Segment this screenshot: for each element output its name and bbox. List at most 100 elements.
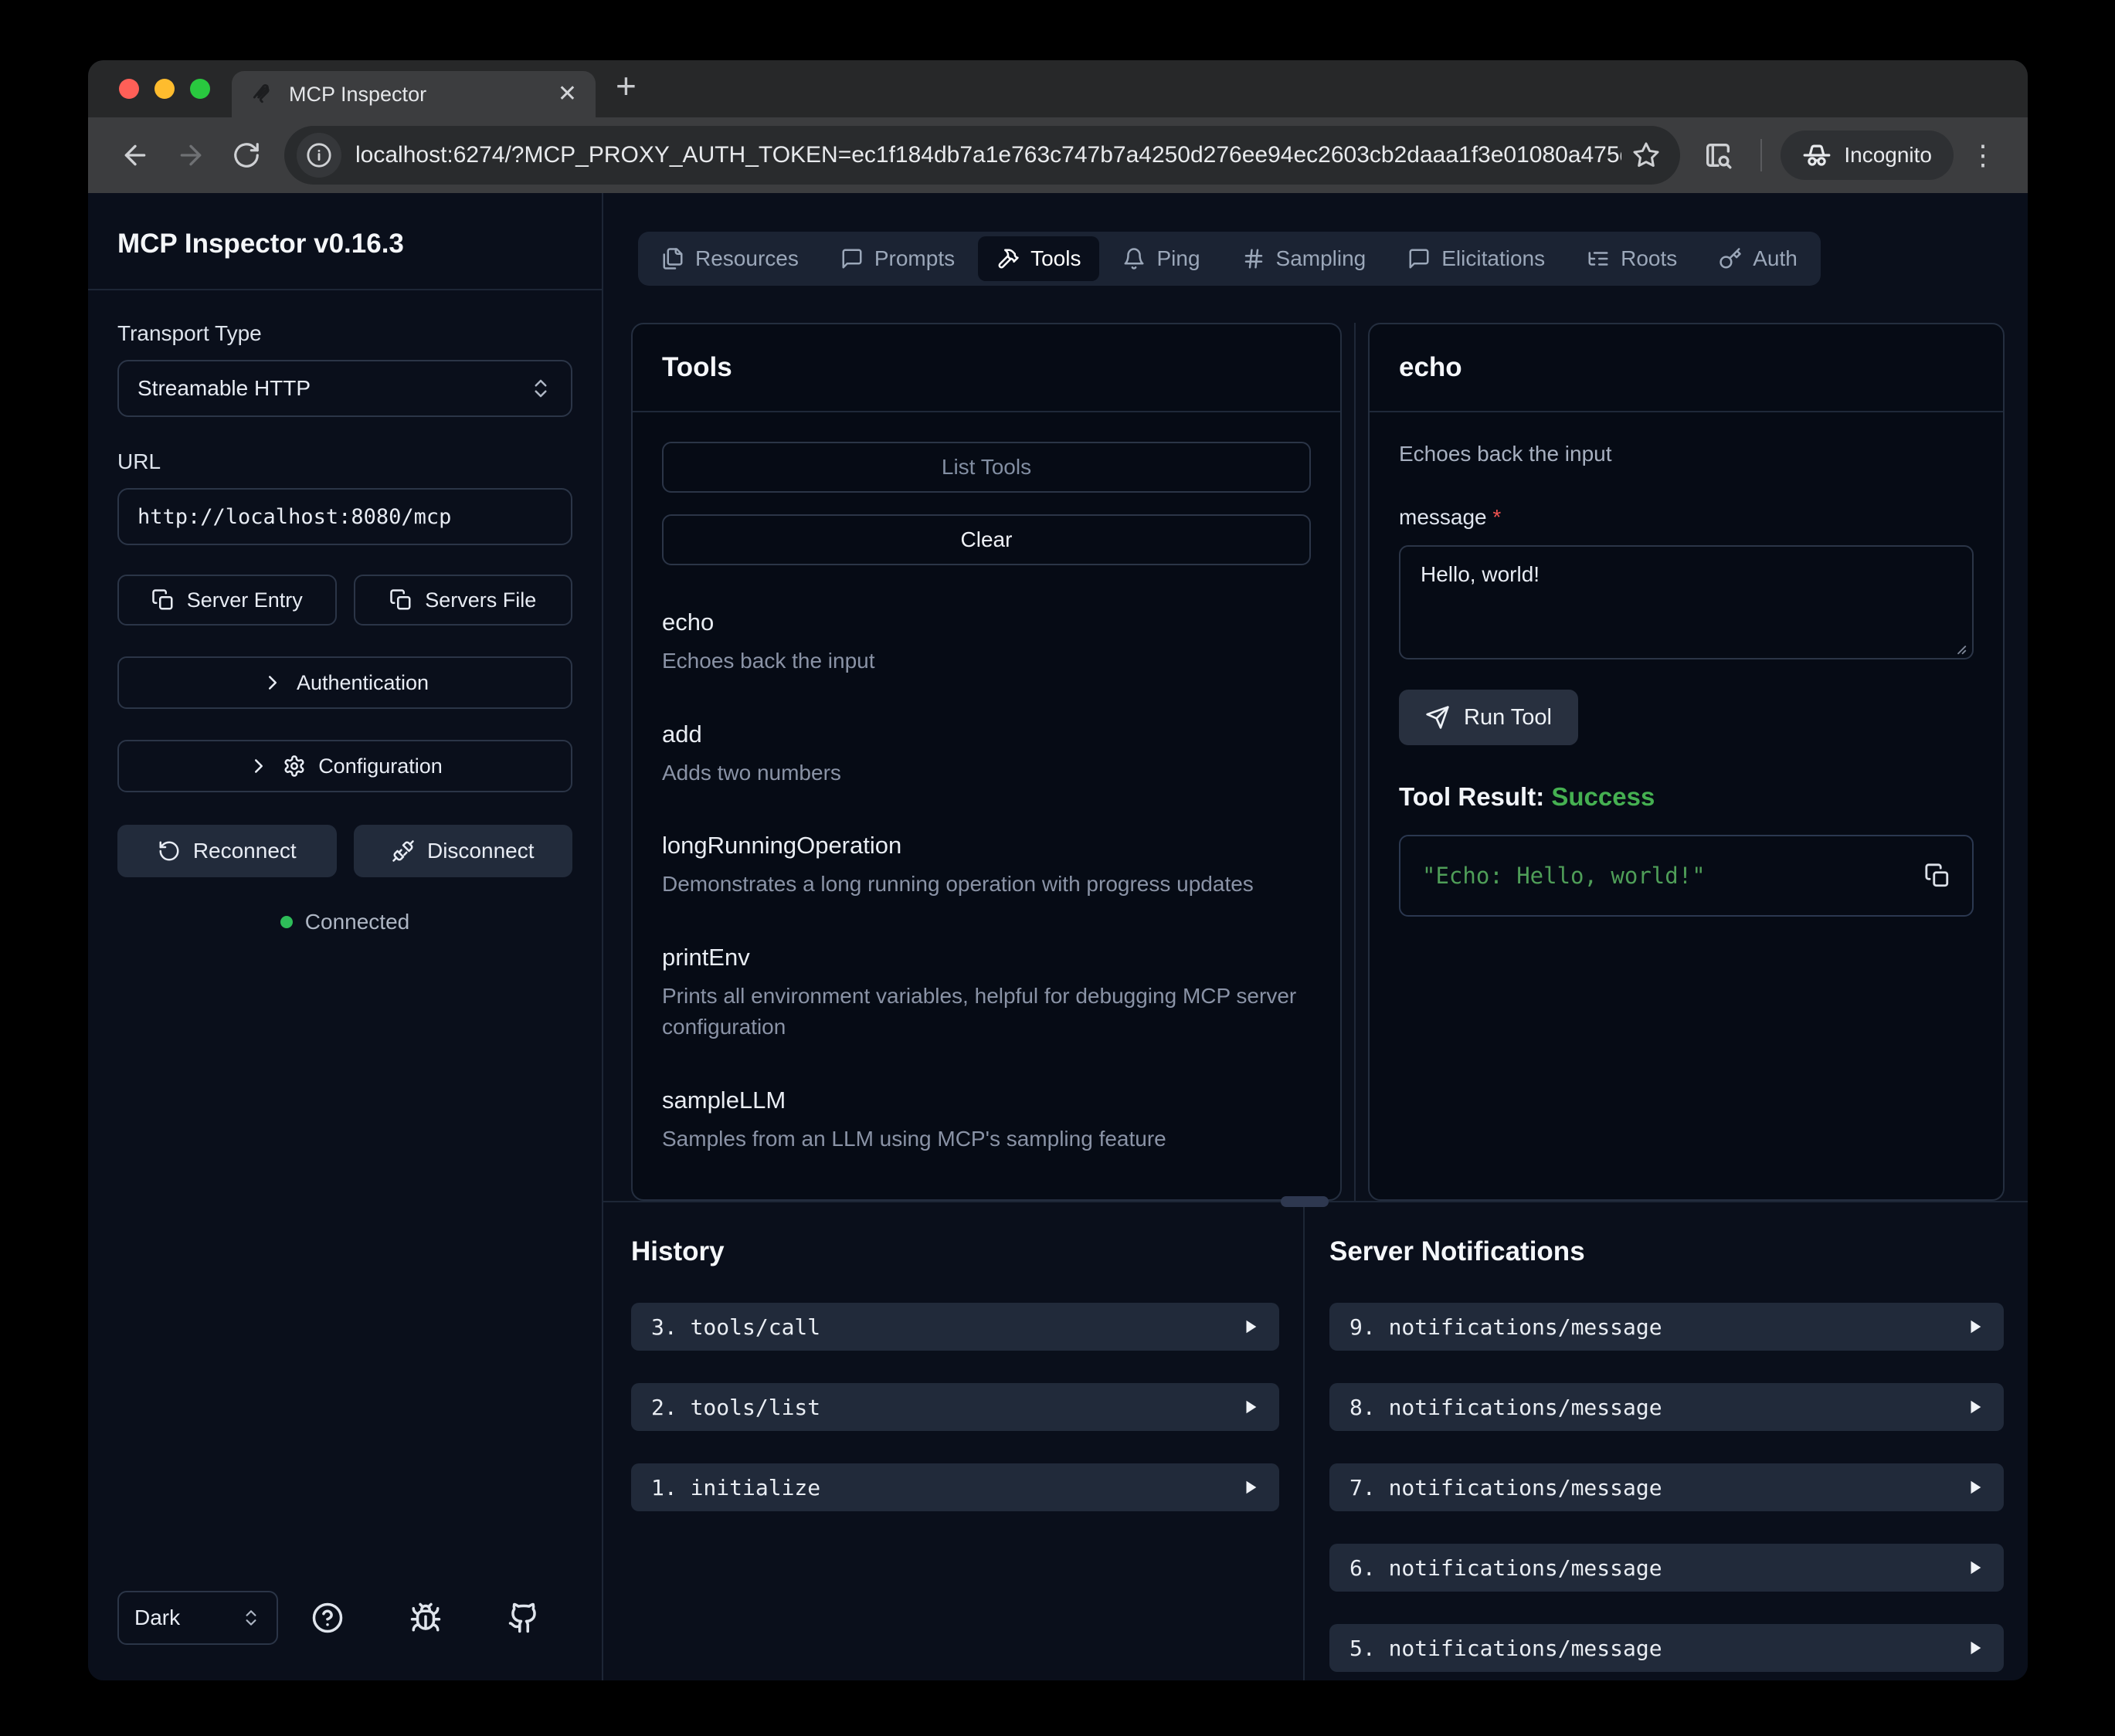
back-button[interactable] <box>111 131 159 179</box>
tab-roots[interactable]: Roots <box>1568 236 1696 281</box>
tool-description: Demonstrates a long running operation wi… <box>662 869 1311 900</box>
url-text: localhost:6274/?MCP_PROXY_AUTH_TOKEN=ec1… <box>355 142 1621 168</box>
tab-ping[interactable]: Ping <box>1104 236 1218 281</box>
tool-item-printenv[interactable]: printEnvPrints all environment variables… <box>662 944 1311 1043</box>
minimize-window-button[interactable] <box>154 79 175 99</box>
history-row[interactable]: 1. initialize <box>631 1463 1279 1511</box>
section-tabs: ResourcesPromptsToolsPingSamplingElicita… <box>638 232 1821 286</box>
reload-button[interactable] <box>222 131 270 179</box>
theme-select[interactable]: Dark <box>117 1591 278 1645</box>
browser-menu-icon[interactable]: ⋮ <box>1961 139 2005 171</box>
transport-type-value: Streamable HTTP <box>137 376 311 401</box>
tool-description: Adds two numbers <box>662 758 1311 789</box>
tool-item-longrunningoperation[interactable]: longRunningOperationDemonstrates a long … <box>662 832 1311 900</box>
zoom-window-button[interactable] <box>190 79 210 99</box>
copy-icon <box>151 588 175 612</box>
expand-arrow-icon[interactable] <box>1967 1479 1984 1496</box>
chevrons-up-down-icon <box>241 1608 261 1628</box>
site-info-icon[interactable] <box>297 133 341 178</box>
gear-icon <box>283 754 306 778</box>
list-tools-button[interactable]: List Tools <box>662 442 1311 493</box>
connected-dot-icon <box>280 916 293 928</box>
expand-arrow-icon[interactable] <box>1967 1399 1984 1416</box>
copy-result-icon[interactable] <box>1924 863 1950 889</box>
message-input[interactable]: Hello, world! <box>1399 545 1974 659</box>
servers-file-button[interactable]: Servers File <box>354 575 573 626</box>
incognito-badge: Incognito <box>1781 131 1954 180</box>
notification-row[interactable]: 9. notifications/message <box>1329 1303 2004 1351</box>
clear-tools-button[interactable]: Clear <box>662 514 1311 565</box>
tool-item-add[interactable]: add Adds two numbers <box>662 721 1311 789</box>
side-panel-search-icon[interactable] <box>1694 131 1742 179</box>
expand-arrow-icon[interactable] <box>1242 1479 1259 1496</box>
server-notifications-title: Server Notifications <box>1329 1236 2004 1267</box>
expand-arrow-icon[interactable] <box>1242 1318 1259 1335</box>
authentication-button[interactable]: Authentication <box>117 656 572 709</box>
tab-resources[interactable]: Resources <box>643 236 817 281</box>
reconnect-button[interactable]: Reconnect <box>117 825 337 877</box>
transport-type-select[interactable]: Streamable HTTP <box>117 360 572 417</box>
splitter-drag-handle[interactable] <box>1281 1196 1329 1207</box>
tab-elicitations[interactable]: Elicitations <box>1389 236 1563 281</box>
notification-row[interactable]: 7. notifications/message <box>1329 1463 2004 1511</box>
configuration-button[interactable]: Configuration <box>117 740 572 792</box>
tool-detail-title: echo <box>1370 324 2003 412</box>
server-notifications-panel: Server Notifications 9. notifications/me… <box>1305 1202 2028 1680</box>
bookmark-star-icon[interactable] <box>1632 141 1660 169</box>
tool-item-echo[interactable]: echoEchoes back the input <box>662 609 1311 677</box>
forward-button[interactable] <box>167 131 215 179</box>
tool-list: echoEchoes back the input add Adds two num… <box>662 609 1311 1155</box>
expand-arrow-icon[interactable] <box>1967 1318 1984 1335</box>
toolbar-separator <box>1760 139 1762 171</box>
expand-arrow-icon[interactable] <box>1967 1639 1984 1656</box>
github-icon[interactable] <box>508 1602 540 1634</box>
expand-arrow-icon[interactable] <box>1242 1399 1259 1416</box>
row-label: 2. tools/list <box>651 1395 820 1420</box>
notification-row[interactable]: 6. notifications/message <box>1329 1544 2004 1592</box>
tool-name: add <box>662 721 1311 748</box>
tool-result-line: Tool Result: Success <box>1399 782 1974 812</box>
theme-value: Dark <box>134 1605 180 1630</box>
disconnect-button[interactable]: Disconnect <box>354 825 573 877</box>
row-label: 6. notifications/message <box>1349 1555 1662 1581</box>
bug-icon[interactable] <box>409 1602 442 1634</box>
copy-icon <box>389 588 412 612</box>
history-title: History <box>631 1236 1279 1267</box>
notification-row[interactable]: 5. notifications/message <box>1329 1624 2004 1672</box>
server-entry-button[interactable]: Server Entry <box>117 575 337 626</box>
row-label: 9. notifications/message <box>1349 1314 1662 1340</box>
tool-name: sampleLLM <box>662 1087 1311 1114</box>
browser-tab[interactable]: MCP Inspector ✕ <box>232 71 596 117</box>
tab-auth[interactable]: Auth <box>1700 236 1816 281</box>
server-url-input[interactable]: http://localhost:8080/mcp <box>117 488 572 545</box>
tab-close-icon[interactable]: ✕ <box>558 83 577 106</box>
run-tool-button[interactable]: Run Tool <box>1399 690 1578 745</box>
help-icon[interactable] <box>311 1602 344 1634</box>
tool-item-samplellm[interactable]: sampleLLM Samples from an LLM using MCP's… <box>662 1087 1311 1155</box>
notification-row[interactable]: 8. notifications/message <box>1329 1383 2004 1431</box>
history-row[interactable]: 3. tools/call <box>631 1303 1279 1351</box>
key-icon <box>1719 247 1742 270</box>
tool-description: Samples from an LLM using MCP's sampling… <box>662 1124 1311 1155</box>
expand-arrow-icon[interactable] <box>1967 1559 1984 1576</box>
history-row[interactable]: 2. tools/list <box>631 1383 1279 1431</box>
sidebar-footer: Dark <box>88 1591 602 1680</box>
panel-resize-handle[interactable] <box>1342 323 1368 1201</box>
configuration-label: Configuration <box>318 754 443 778</box>
history-panel: History 3. tools/call 2. tools/list 1. ini… <box>603 1202 1305 1680</box>
address-bar[interactable]: localhost:6274/?MCP_PROXY_AUTH_TOKEN=ec1… <box>284 126 1680 185</box>
server-notifications-list: 9. notifications/message 8. notifications… <box>1329 1303 2004 1672</box>
sidebar: MCP Inspector v0.16.3 Transport Type Str… <box>88 193 603 1680</box>
tab-sampling[interactable]: Sampling <box>1224 236 1385 281</box>
new-tab-button[interactable]: + <box>616 68 637 103</box>
tool-name: echo <box>662 609 1311 636</box>
reconnect-label: Reconnect <box>193 839 297 863</box>
hammer-icon <box>996 247 1020 270</box>
resize-grip-icon[interactable] <box>1950 639 1967 656</box>
tools-panel: Tools List Tools Clear echoEchoes back t… <box>631 323 1342 1201</box>
close-window-button[interactable] <box>119 79 139 99</box>
bottom-section: History 3. tools/call 2. tools/list 1. ini… <box>603 1201 2028 1680</box>
tab-prompts[interactable]: Prompts <box>822 236 973 281</box>
tab-tools[interactable]: Tools <box>978 236 1099 281</box>
hash-icon <box>1242 247 1265 270</box>
